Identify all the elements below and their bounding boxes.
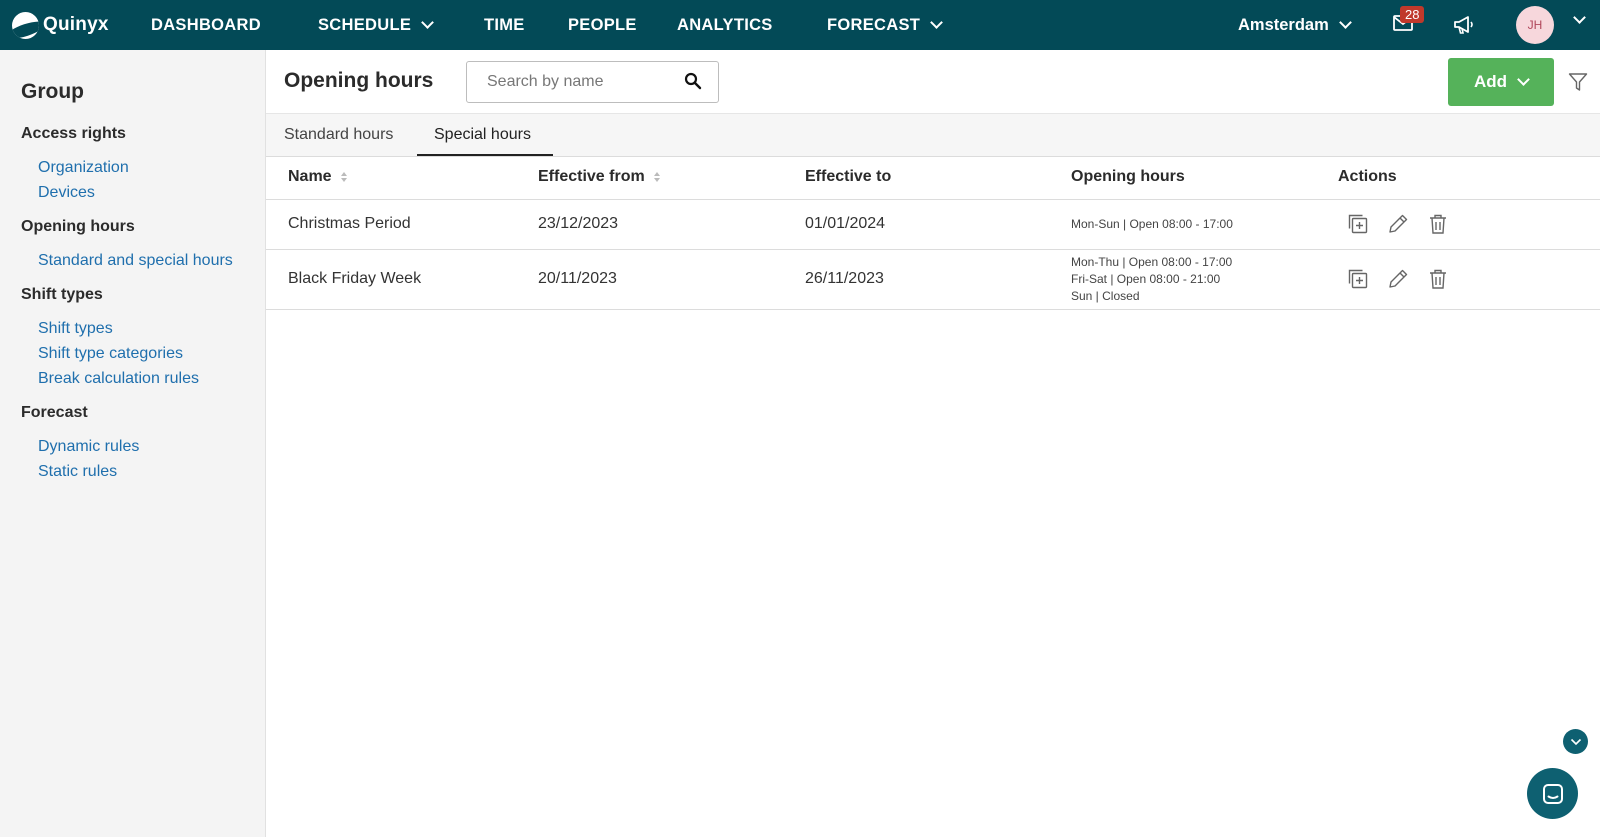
sidebar: Group Access rights Organization Devices… xyxy=(0,50,266,837)
tab-special-hours[interactable]: Special hours xyxy=(434,126,531,144)
row-effective-to: 26/11/2023 xyxy=(805,270,884,287)
chat-icon xyxy=(1542,783,1563,804)
nav-forecast-label: FORECAST xyxy=(827,15,921,34)
nav-schedule[interactable]: SCHEDULE xyxy=(318,0,435,50)
column-header-name[interactable]: Name xyxy=(288,168,347,186)
chevron-down-icon xyxy=(930,16,944,29)
row-name: Black Friday Week xyxy=(288,270,422,287)
add-button[interactable]: Add xyxy=(1448,58,1554,106)
tab-bar: Standard hours Special hours xyxy=(266,113,1600,157)
filter-icon[interactable] xyxy=(1568,72,1588,92)
search-icon[interactable] xyxy=(684,72,702,90)
logo-text: Quinyx xyxy=(43,14,109,35)
megaphone-icon[interactable] xyxy=(1452,14,1476,36)
avatar[interactable]: JH xyxy=(1516,6,1554,44)
row-opening-hours-line: Mon-Thu | Open 08:00 - 17:00 xyxy=(1071,255,1233,269)
sidebar-title: Group xyxy=(21,80,84,103)
column-header-effective-to: Effective to xyxy=(805,168,891,186)
sidebar-item-break-calculation-rules[interactable]: Break calculation rules xyxy=(38,370,199,388)
row-effective-from: 23/12/2023 xyxy=(538,215,619,232)
row-opening-hours-line: Mon-Sun | Open 08:00 - 17:00 xyxy=(1071,217,1233,231)
divider xyxy=(266,249,1600,250)
logo-mark-icon xyxy=(12,11,39,39)
chevron-down-icon xyxy=(421,16,435,29)
row-opening-hours-line: Sun | Closed xyxy=(1071,289,1140,303)
page-title: Opening hours xyxy=(284,69,434,92)
chevron-down-icon xyxy=(1338,16,1352,29)
chevron-down-icon xyxy=(1517,73,1530,86)
nav-forecast[interactable]: FORECAST xyxy=(827,0,944,50)
add-button-label: Add xyxy=(1473,72,1508,91)
column-header-name-label: Name xyxy=(288,168,332,185)
edit-icon[interactable] xyxy=(1387,268,1409,290)
column-header-effective-to-label: Effective to xyxy=(805,168,892,185)
notification-badge: 28 xyxy=(1400,6,1425,23)
sidebar-item-dynamic-rules[interactable]: Dynamic rules xyxy=(38,438,139,456)
column-header-opening-hours: Opening hours xyxy=(1071,168,1185,186)
divider xyxy=(266,199,1600,200)
column-header-effective-from[interactable]: Effective from xyxy=(538,168,660,186)
copy-icon[interactable] xyxy=(1347,268,1369,290)
nav-analytics[interactable]: ANALYTICS xyxy=(677,0,773,50)
nav-time[interactable]: TIME xyxy=(484,0,525,50)
top-navigation: Quinyx DASHBOARD SCHEDULE TIME PEOPLE AN… xyxy=(0,0,1600,50)
delete-icon[interactable] xyxy=(1427,268,1449,290)
location-selector[interactable]: Amsterdam xyxy=(1238,0,1352,50)
sidebar-item-static-rules[interactable]: Static rules xyxy=(38,463,117,481)
column-header-effective-from-label: Effective from xyxy=(538,168,645,185)
row-name: Christmas Period xyxy=(288,215,411,232)
chat-button[interactable] xyxy=(1527,768,1578,819)
row-opening-hours-line: Fri-Sat | Open 08:00 - 21:00 xyxy=(1071,272,1221,286)
sort-icon xyxy=(653,172,660,182)
divider xyxy=(266,309,1600,310)
delete-icon[interactable] xyxy=(1427,213,1449,235)
edit-icon[interactable] xyxy=(1387,213,1409,235)
nav-dashboard[interactable]: DASHBOARD xyxy=(151,0,261,50)
sidebar-item-devices[interactable]: Devices xyxy=(38,184,95,202)
sidebar-item-shift-types[interactable]: Shift types xyxy=(38,320,113,338)
sidebar-item-standard-and-special-hours[interactable]: Standard and special hours xyxy=(38,252,233,270)
nav-people-label: PEOPLE xyxy=(568,15,637,34)
scroll-down-button[interactable] xyxy=(1563,729,1588,754)
column-header-actions: Actions xyxy=(1338,168,1397,186)
column-header-actions-label: Actions xyxy=(1338,168,1397,185)
quinyx-logo[interactable]: Quinyx xyxy=(12,11,120,39)
chevron-down-icon[interactable] xyxy=(1573,11,1586,24)
nav-dashboard-label: DASHBOARD xyxy=(151,15,261,34)
sidebar-section-access-rights: Access rights xyxy=(21,125,126,142)
active-tab-indicator xyxy=(417,154,553,156)
row-effective-from: 20/11/2023 xyxy=(538,270,617,287)
search-input[interactable] xyxy=(466,61,719,103)
sidebar-item-organization[interactable]: Organization xyxy=(38,159,129,177)
sidebar-item-shift-type-categories[interactable]: Shift type categories xyxy=(38,345,183,363)
sort-icon xyxy=(340,172,347,182)
column-header-opening-hours-label: Opening hours xyxy=(1071,168,1185,185)
nav-analytics-label: ANALYTICS xyxy=(677,15,773,34)
sidebar-section-shift-types: Shift types xyxy=(21,286,103,303)
nav-schedule-label: SCHEDULE xyxy=(318,15,412,34)
chevron-down-icon xyxy=(1570,738,1581,745)
copy-icon[interactable] xyxy=(1347,213,1369,235)
location-label: Amsterdam xyxy=(1238,15,1329,34)
nav-time-label: TIME xyxy=(484,15,525,34)
sidebar-section-forecast: Forecast xyxy=(21,404,88,421)
row-effective-to: 01/01/2024 xyxy=(805,215,886,232)
sidebar-section-opening-hours: Opening hours xyxy=(21,218,135,235)
tab-standard-hours[interactable]: Standard hours xyxy=(284,126,393,144)
nav-people[interactable]: PEOPLE xyxy=(568,0,637,50)
